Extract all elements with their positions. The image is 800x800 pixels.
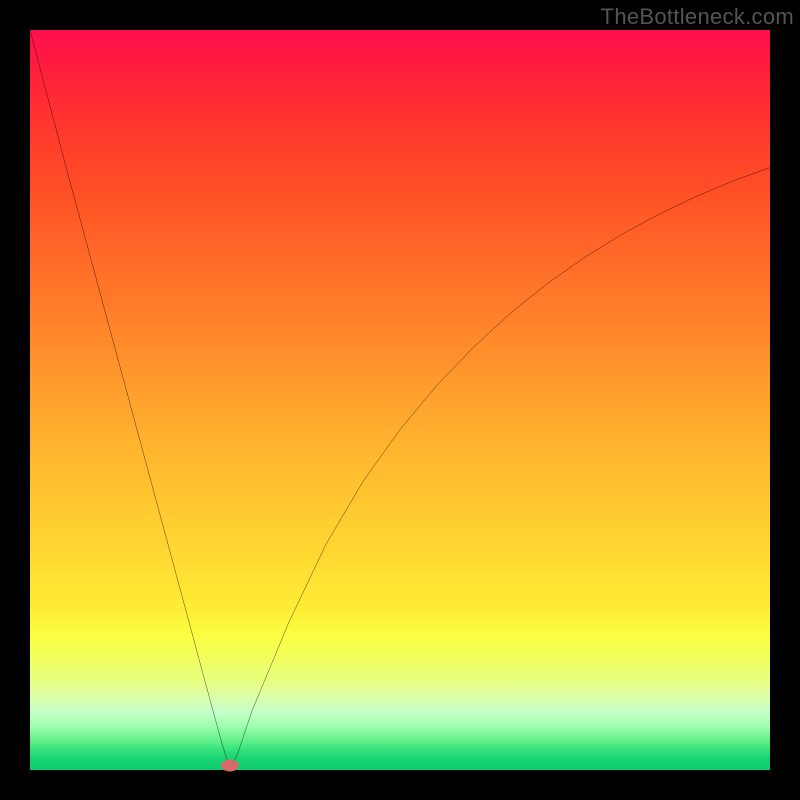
minimum-marker-icon <box>221 760 239 772</box>
chart-container: TheBottleneck.com <box>0 0 800 800</box>
chart-svg <box>30 30 770 770</box>
watermark-text: TheBottleneck.com <box>601 4 794 30</box>
bottleneck-curve <box>30 30 770 769</box>
